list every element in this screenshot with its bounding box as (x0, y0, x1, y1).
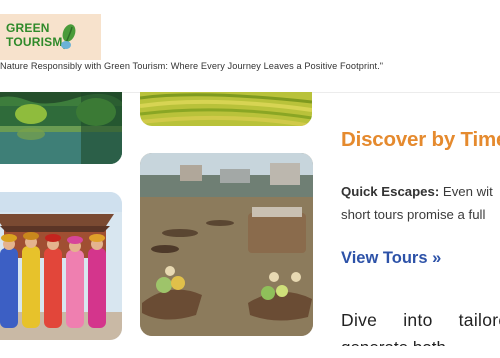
river-landscape-photo (0, 92, 122, 164)
site-header: GREEN TOURISM Nature Responsibly with Gr… (0, 0, 500, 93)
body-word: tailored (458, 310, 500, 330)
quick-escapes-text-line2: short tours promise a full (341, 207, 486, 222)
section-heading: Discover by Time (341, 128, 500, 151)
view-tours-link[interactable]: View Tours » (341, 249, 441, 268)
floating-market-photo (140, 153, 313, 336)
quick-escapes-label: Quick Escapes: (341, 184, 440, 199)
body-paragraph-line2: generate both (341, 338, 446, 357)
green-tourism-logo[interactable]: GREEN TOURISM (0, 14, 101, 60)
rice-terrace-photo (140, 92, 312, 126)
leaf-icon (61, 24, 76, 50)
ao-dai-women-photo (0, 192, 122, 340)
logo-text: GREEN TOURISM (6, 21, 63, 49)
body-word: into (403, 310, 433, 330)
quick-escapes-text: Even wit (439, 184, 493, 199)
body-paragraph: Dive into tailored (341, 308, 500, 332)
body-word: Dive (341, 310, 378, 330)
site-tagline: Nature Responsibly with Green Tourism: W… (0, 61, 384, 71)
quick-escapes-paragraph: Quick Escapes: Even wit short tours prom… (341, 180, 500, 226)
